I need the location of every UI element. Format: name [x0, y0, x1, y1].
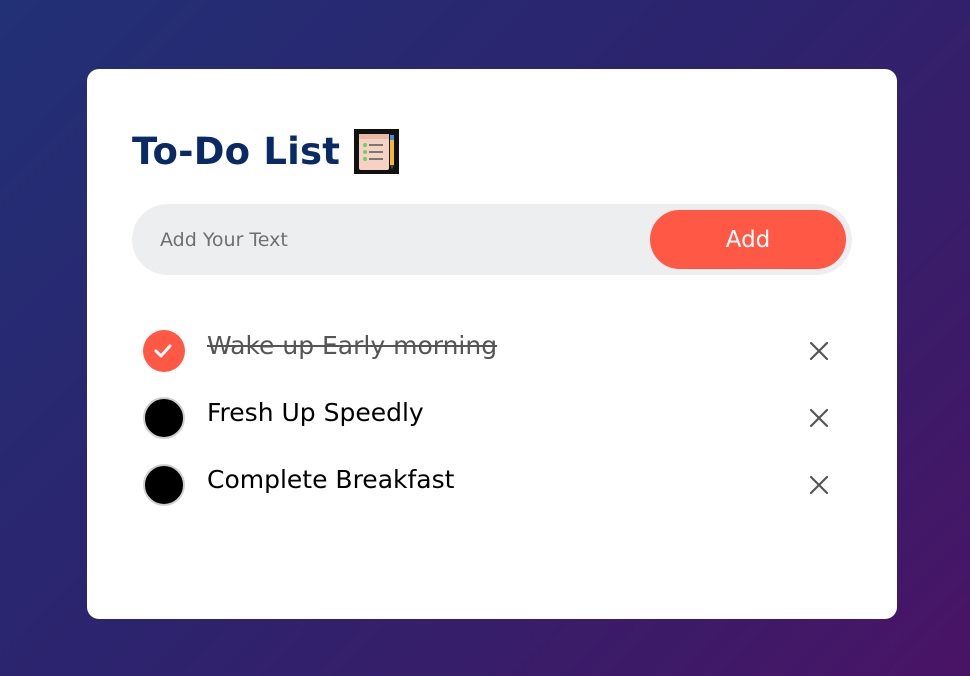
title-row: To-Do List	[132, 127, 400, 175]
unchecked-circle[interactable]	[143, 397, 185, 439]
task-text[interactable]: Complete Breakfast	[207, 465, 454, 494]
task-input[interactable]	[160, 204, 630, 275]
unchecked-circle[interactable]	[143, 464, 185, 506]
page-title: To-Do List	[132, 129, 341, 173]
close-icon[interactable]	[807, 473, 831, 497]
list-item[interactable]: Fresh Up Speedly	[143, 386, 843, 453]
list-item[interactable]: Complete Breakfast	[143, 453, 843, 520]
todo-card: To-Do List Add Wake up Early	[87, 69, 897, 619]
task-text[interactable]: Fresh Up Speedly	[207, 398, 424, 427]
task-list: Wake up Early morning Fresh Up Speedly C…	[143, 319, 843, 520]
close-icon[interactable]	[807, 339, 831, 363]
task-text[interactable]: Wake up Early morning	[207, 331, 497, 360]
input-row: Add	[132, 204, 852, 275]
checked-circle[interactable]	[143, 330, 185, 372]
close-icon[interactable]	[807, 406, 831, 430]
notepad-checklist-icon	[354, 128, 400, 174]
check-icon	[154, 344, 172, 358]
add-button[interactable]: Add	[650, 210, 846, 269]
list-item[interactable]: Wake up Early morning	[143, 319, 843, 386]
